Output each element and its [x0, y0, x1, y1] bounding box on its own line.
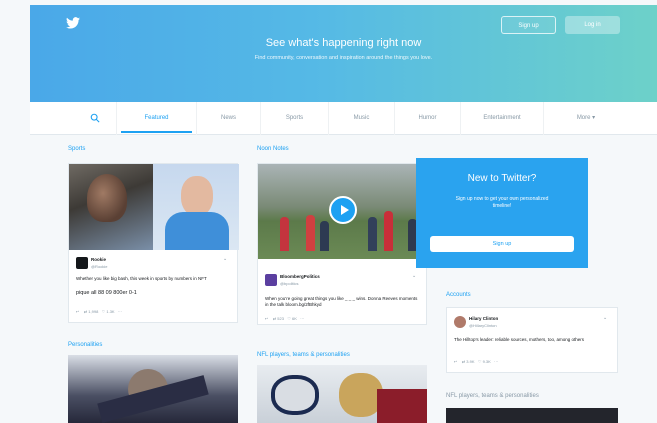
- tweet-actions: ↩ ⇄ 523 ♡ 6K ···: [265, 316, 304, 321]
- hero-subtitle: Find community, conversation and inspira…: [254, 55, 433, 61]
- tweet-author-handle: @bpolitics: [280, 281, 299, 286]
- tab-search[interactable]: [30, 102, 117, 135]
- reply-icon[interactable]: ↩: [76, 309, 79, 314]
- like-icon[interactable]: ♡: [287, 316, 291, 321]
- tweet-highlight: pique all 88 09 800er 0-1: [76, 290, 137, 296]
- nfl-image[interactable]: [257, 365, 427, 423]
- tab-humor[interactable]: Humor: [395, 102, 461, 135]
- like-count: 9.3K: [482, 359, 491, 364]
- tweet-author-handle: @Rookie: [91, 264, 108, 269]
- play-icon[interactable]: [329, 196, 357, 224]
- tab-news[interactable]: News: [197, 102, 261, 135]
- like-icon[interactable]: ♡: [478, 359, 482, 364]
- signup-promo-text: Sign up now to get your own personalized…: [455, 196, 549, 209]
- avatar[interactable]: [454, 316, 466, 328]
- tweet-author-name[interactable]: Rookie: [91, 257, 106, 262]
- reply-icon[interactable]: ↩: [265, 316, 268, 321]
- more-icon[interactable]: ···: [300, 316, 304, 321]
- caret-down-icon[interactable]: ⌄: [603, 315, 607, 321]
- hero-banner: Sign up Log in See what's happening righ…: [30, 5, 657, 102]
- retweet-count: 3.9K: [466, 359, 475, 364]
- retweet-count: 523: [277, 316, 284, 321]
- tweet-card-news[interactable]: BloombergPolitics @bpolitics ⌄ When you’…: [257, 163, 428, 325]
- signup-promo: New to Twitter? Sign up now to get your …: [416, 158, 588, 268]
- like-count: 1.3K: [106, 309, 115, 314]
- tweet-text: The Hilltop’s leader: reliable sources, …: [454, 337, 584, 342]
- hero-title: See what's happening right now: [265, 37, 422, 49]
- tweet-card-accounts[interactable]: Hilary Clinton @HillaryClinton ⌄ The Hil…: [446, 307, 618, 373]
- tweet-image-left: [69, 164, 153, 250]
- tweet-text: When you’re going great things you like …: [265, 296, 418, 307]
- like-count: 6K: [292, 316, 297, 321]
- tweet-author-name[interactable]: BloombergPolitics: [280, 274, 320, 279]
- caret-down-icon[interactable]: ⌄: [412, 273, 416, 279]
- tab-more-label: More: [576, 115, 591, 121]
- tab-featured[interactable]: Featured: [117, 102, 197, 135]
- retweet-icon[interactable]: ⇄: [462, 359, 465, 364]
- tweet-actions: ↩ ⇄ 3.9K ♡ 9.3K ···: [454, 359, 498, 364]
- nfl-image-right[interactable]: [446, 408, 618, 423]
- signup-promo-title: New to Twitter?: [467, 173, 537, 184]
- tweet-actions: ↩ ⇄ 1,998 ♡ 1.3K ···: [76, 309, 122, 314]
- more-icon[interactable]: ···: [494, 359, 498, 364]
- section-title-personalities[interactable]: Personalities: [68, 342, 102, 348]
- more-icon[interactable]: ···: [118, 309, 122, 314]
- signup-button[interactable]: Sign up: [501, 16, 556, 34]
- tweet-author-name[interactable]: Hilary Clinton: [469, 316, 498, 321]
- chevron-down-icon: ▾: [590, 115, 596, 121]
- personalities-image[interactable]: [68, 355, 238, 423]
- avatar[interactable]: [76, 257, 88, 269]
- signup-promo-button[interactable]: Sign up: [430, 236, 574, 252]
- section-title-news[interactable]: Noon Notes: [257, 146, 289, 152]
- tweet-card-sports[interactable]: Rookie @Rookie ⌄ Whether you like big ba…: [68, 163, 239, 323]
- section-title-nfl-right[interactable]: NFL players, teams & personalities: [446, 393, 539, 399]
- retweet-icon[interactable]: ⇄: [273, 316, 276, 321]
- section-title-nfl[interactable]: NFL players, teams & personalities: [257, 352, 350, 358]
- video-thumbnail[interactable]: [258, 164, 428, 259]
- category-nav: Featured News Sports Music Humor Enterta…: [30, 102, 657, 135]
- retweet-count: 1,998: [88, 309, 99, 314]
- tab-entertainment[interactable]: Entertainment: [461, 102, 544, 135]
- section-title-accounts[interactable]: Accounts: [446, 292, 471, 298]
- tab-sports[interactable]: Sports: [261, 102, 329, 135]
- tweet-image-right: [153, 164, 239, 250]
- tab-music[interactable]: Music: [329, 102, 395, 135]
- section-title-sports[interactable]: Sports: [68, 146, 85, 152]
- caret-down-icon[interactable]: ⌄: [223, 256, 227, 262]
- like-icon[interactable]: ♡: [102, 309, 106, 314]
- reply-icon[interactable]: ↩: [454, 359, 457, 364]
- tweet-author-handle: @HillaryClinton: [469, 323, 497, 328]
- avatar[interactable]: [265, 274, 277, 286]
- tweet-text: Whether you like big bash, this week in …: [76, 276, 207, 281]
- tab-more[interactable]: More ▾: [544, 102, 628, 135]
- search-icon: [90, 113, 100, 123]
- login-button[interactable]: Log in: [565, 16, 620, 34]
- page: Sign up Log in See what's happening righ…: [0, 0, 657, 423]
- retweet-icon[interactable]: ⇄: [84, 309, 87, 314]
- twitter-bird-icon[interactable]: [66, 17, 80, 29]
